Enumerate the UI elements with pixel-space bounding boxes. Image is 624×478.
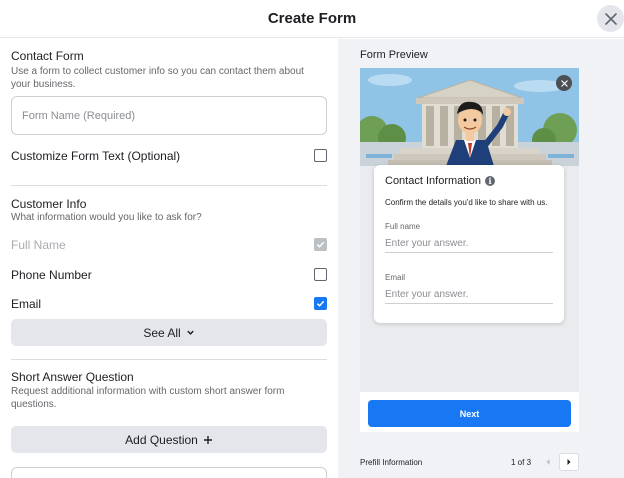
dialog-title: Create Form <box>267 10 357 27</box>
chevron-down-icon <box>186 330 194 335</box>
page-count: 1 of 3 <box>511 458 532 467</box>
divider <box>11 359 327 360</box>
divider <box>11 185 327 186</box>
prefill-information-label: Prefill Information <box>360 458 423 467</box>
customer-info-description: What information would you like to ask f… <box>11 212 202 223</box>
form-name-input[interactable] <box>11 96 327 135</box>
preview-panel: Form Preview Contact Information i Confi… <box>338 39 624 478</box>
full-name-label: Full Name <box>11 238 66 252</box>
info-icon[interactable]: i <box>485 176 495 186</box>
checkmark-icon <box>316 300 325 307</box>
email-field-label: Email <box>385 273 406 282</box>
contact-form-description: Use a form to collect customer info so y… <box>11 66 304 90</box>
email-checkbox[interactable] <box>314 297 327 310</box>
short-answer-title: Short Answer Question <box>11 370 134 384</box>
dialog-header: Create Form <box>0 0 624 38</box>
plus-icon <box>203 435 212 444</box>
see-all-button[interactable]: See All <box>11 319 327 346</box>
add-question-button[interactable]: Add Question <box>11 426 327 453</box>
hero-image <box>360 68 579 166</box>
email-answer-input[interactable] <box>385 286 553 304</box>
close-button[interactable] <box>597 5 624 32</box>
contact-info-card: Contact Information i Confirm the detail… <box>374 165 564 323</box>
card-description: Confirm the details you'd like to share … <box>385 198 548 207</box>
email-label: Email <box>11 297 42 311</box>
customize-form-text-label: Customize Form Text (Optional) <box>11 149 181 163</box>
chevron-right-icon <box>567 459 571 465</box>
preview-close-button[interactable] <box>556 75 572 91</box>
close-icon <box>560 79 568 87</box>
contact-form-title: Contact Form <box>11 49 84 63</box>
full-name-field-label: Full name <box>385 222 421 231</box>
chevron-left-icon <box>546 459 550 465</box>
checkmark-icon <box>316 241 325 248</box>
customer-info-title: Customer Info <box>11 197 87 211</box>
phone-number-label: Phone Number <box>11 268 92 282</box>
full-name-checkbox <box>314 238 327 251</box>
card-title: Contact Information <box>385 175 481 187</box>
preview-title: Form Preview <box>360 49 428 61</box>
short-answer-description: Request additional information with cust… <box>11 386 285 410</box>
courthouse-illustration <box>360 68 579 166</box>
add-question-label: Add Question <box>125 432 198 447</box>
customize-form-text-checkbox[interactable] <box>314 149 327 162</box>
question-input[interactable] <box>11 467 327 478</box>
settings-panel: Contact Form Use a form to collect custo… <box>0 39 338 478</box>
previous-page-button[interactable] <box>538 453 558 471</box>
phone-preview: Contact Information i Confirm the detail… <box>360 68 579 432</box>
next-page-button[interactable] <box>559 453 579 471</box>
phone-number-checkbox[interactable] <box>314 268 327 281</box>
close-icon <box>604 12 617 25</box>
full-name-answer-input[interactable] <box>385 235 553 253</box>
see-all-label: See All <box>143 325 181 340</box>
next-button[interactable]: Next <box>368 400 571 427</box>
